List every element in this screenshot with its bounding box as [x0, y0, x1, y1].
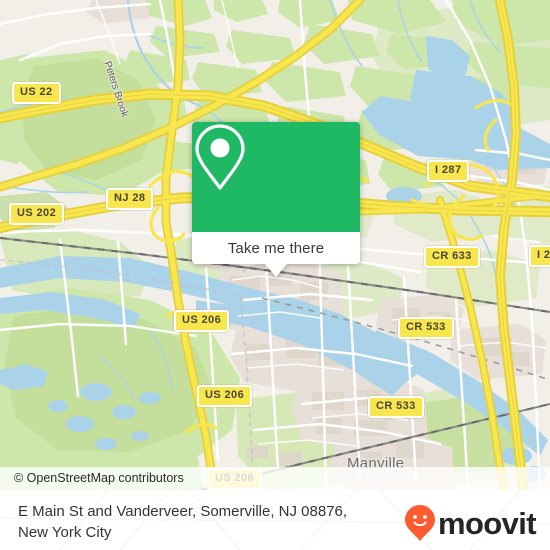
map-pin-outline-icon: [195, 124, 245, 190]
address-line-2: New York City: [18, 524, 112, 541]
popup-action-area[interactable]: Take me there: [192, 232, 360, 277]
moovit-wordmark: moovit: [437, 505, 537, 541]
moovit-pin-smile-icon: [404, 505, 435, 541]
location-popup-card[interactable]: Take me there: [192, 122, 360, 277]
address-line-1: E Main St and Vanderveer, Somerville, NJ…: [18, 503, 348, 520]
map-canvas[interactable]: US 22 NJ 28 US 202 I 287 CR 633 I 287 US 206 CR…: [0, 0, 550, 490]
osm-attribution[interactable]: © OpenStreetMap contributors: [0, 467, 550, 490]
road-shield: US 202: [9, 203, 65, 225]
road-shield: US 22: [12, 82, 61, 104]
road-shield: CR 533: [368, 396, 424, 418]
road-shield: I 287: [529, 245, 550, 267]
popup-tail-pointer: [265, 264, 287, 277]
moovit-logo[interactable]: moovit: [404, 504, 537, 542]
road-shield: I 287: [427, 160, 470, 182]
location-address: E Main St and Vanderveer, Somerville, NJ…: [18, 501, 408, 543]
road-shield: US 206: [197, 385, 253, 407]
road-shield: CR 533: [398, 317, 454, 339]
road-shield: US 206: [174, 310, 230, 332]
popup-icon-area: [192, 122, 360, 232]
screenshot-root: US 22 NJ 28 US 202 I 287 CR 633 I 287 US 206 CR…: [0, 0, 550, 550]
take-me-there-button[interactable]: Take me there: [228, 240, 324, 257]
road-shield: NJ 28: [106, 188, 154, 210]
footer-bar: E Main St and Vanderveer, Somerville, NJ…: [0, 490, 550, 550]
road-shield: CR 633: [424, 246, 480, 268]
